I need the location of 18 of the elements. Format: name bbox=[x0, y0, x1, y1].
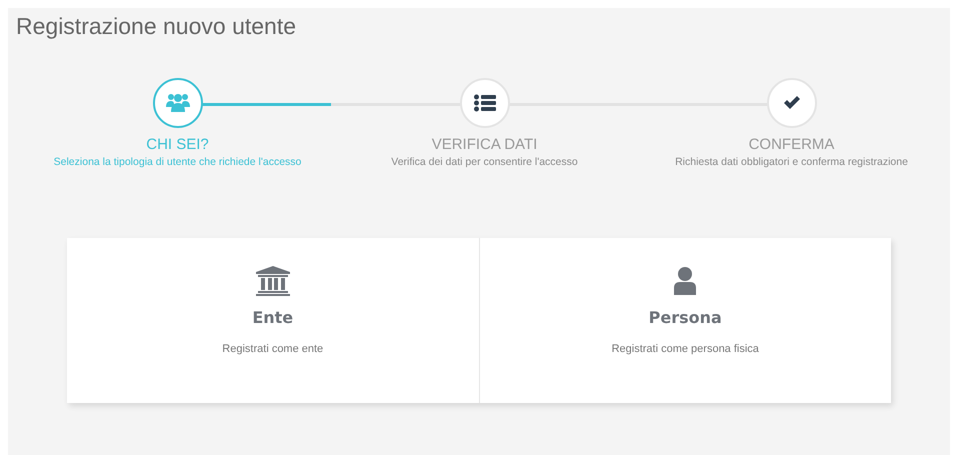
step-description: Verifica dei dati per consentire l'accesso bbox=[391, 156, 578, 168]
users-icon bbox=[166, 92, 190, 114]
step-label: CHI SEI? bbox=[146, 136, 209, 153]
page-title: Registrazione nuovo utente bbox=[15, 12, 298, 40]
institution-icon bbox=[256, 266, 290, 296]
option-description: Registrati come ente bbox=[222, 343, 324, 355]
person-icon bbox=[674, 266, 696, 296]
step-description: Richiesta dati obbligatori e conferma registrazione bbox=[675, 156, 908, 168]
list-icon bbox=[474, 94, 496, 112]
option-card[interactable]: Persona Registrati come persona fisica bbox=[478, 238, 891, 403]
option-title: Persona bbox=[648, 308, 722, 327]
option-description: Registrati come persona fisica bbox=[612, 343, 759, 355]
option-card[interactable]: Ente Registrati come ente bbox=[67, 238, 478, 403]
step-description: Seleziona la tipologia di utente che richiede l'accesso bbox=[54, 156, 302, 168]
check-icon bbox=[782, 96, 800, 110]
step-label: CONFERMA bbox=[748, 136, 834, 153]
step-label: VERIFICA DATI bbox=[432, 136, 538, 153]
option-title: Ente bbox=[252, 308, 294, 327]
